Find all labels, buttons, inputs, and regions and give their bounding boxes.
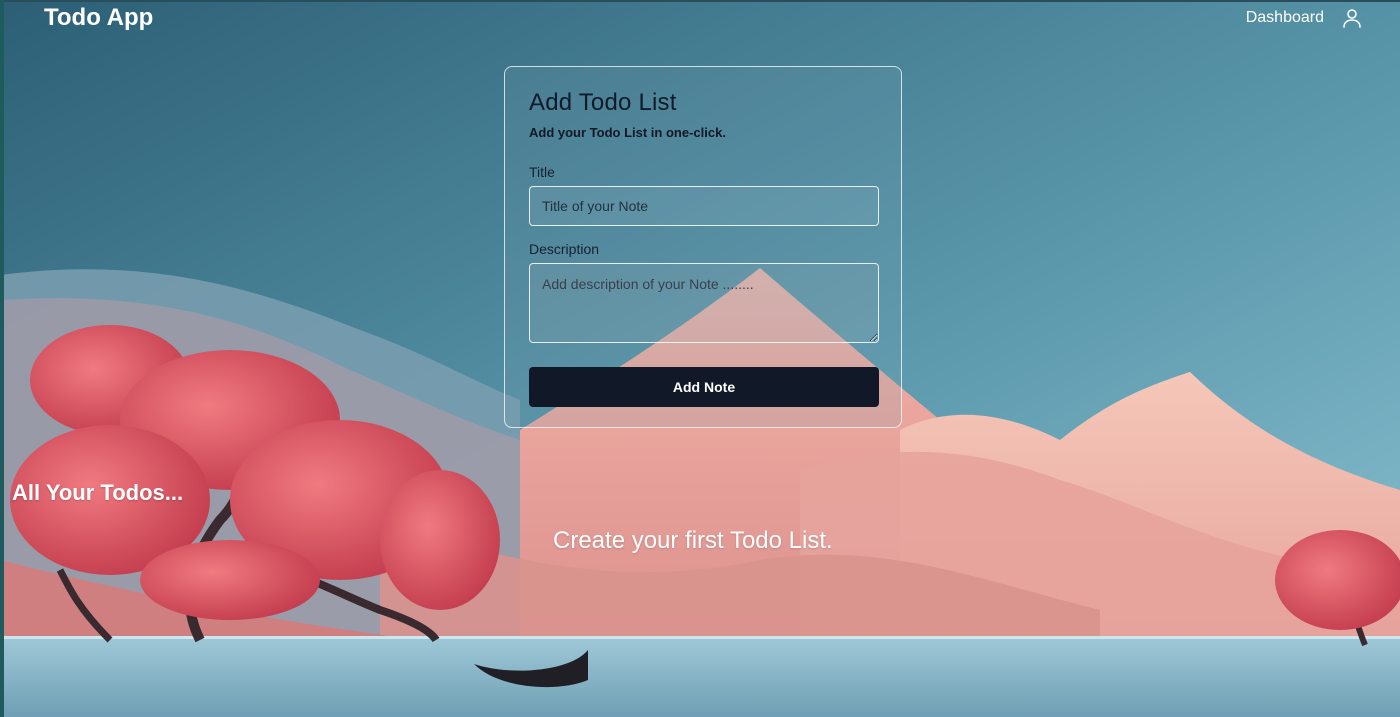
description-textarea[interactable]: [529, 263, 879, 343]
empty-state-message: Create your first Todo List.: [553, 527, 833, 554]
left-edge: [0, 0, 4, 717]
add-todo-card: Add Todo List Add your Todo List in one-…: [504, 66, 902, 428]
app-brand[interactable]: Todo App: [44, 4, 153, 32]
title-input[interactable]: [529, 186, 879, 226]
form-subtitle: Add your Todo List in one-click.: [529, 125, 726, 140]
description-label: Description: [529, 241, 600, 257]
form-title: Add Todo List: [529, 89, 677, 116]
title-label: Title: [529, 164, 555, 180]
todos-heading: All Your Todos...: [12, 480, 184, 505]
app-root: Todo App Dashboard Add Todo List Add you…: [0, 0, 1400, 717]
navbar-actions: Dashboard: [1246, 6, 1364, 30]
user-icon[interactable]: [1340, 6, 1364, 30]
top-edge: [0, 0, 1400, 2]
dashboard-link[interactable]: Dashboard: [1246, 9, 1324, 27]
add-note-button[interactable]: Add Note: [529, 367, 879, 407]
